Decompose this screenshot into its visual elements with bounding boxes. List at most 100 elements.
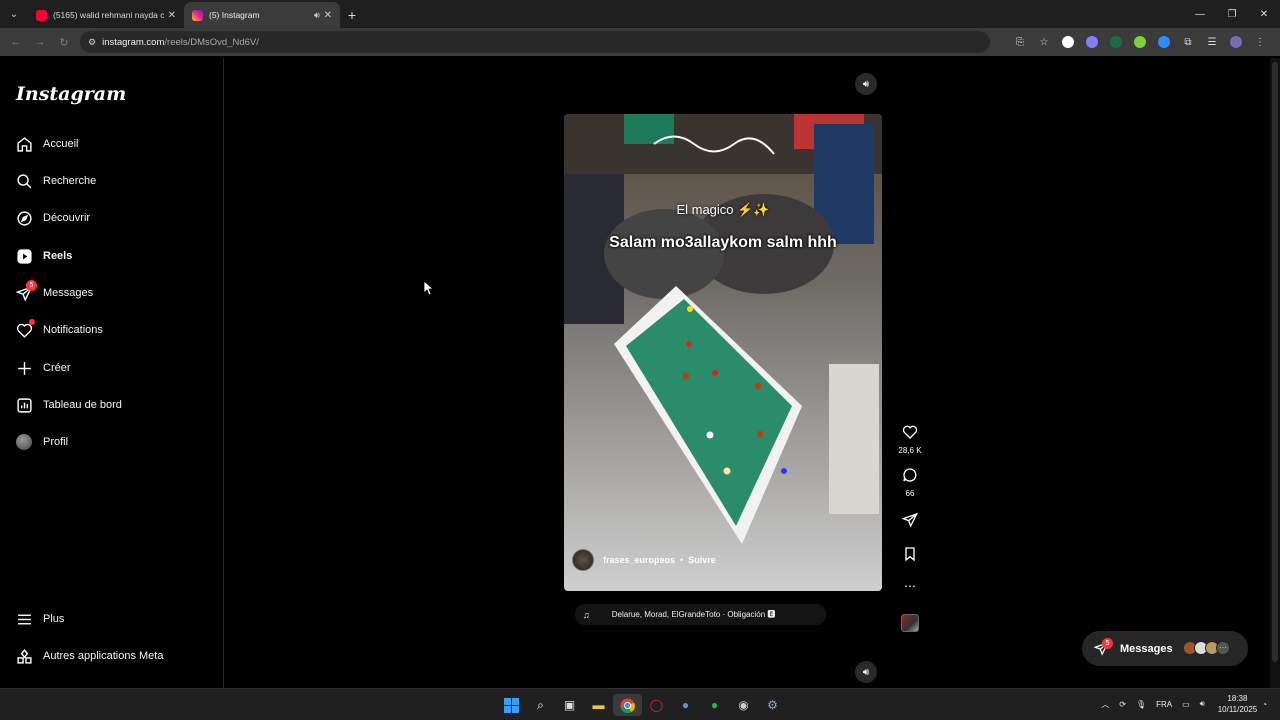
more-options-icon[interactable]: ⋯: [896, 579, 924, 593]
close-window-icon[interactable]: ✕: [1248, 0, 1280, 28]
clock-time: 18:38: [1227, 694, 1248, 703]
sidebar-item-label: Profil: [43, 436, 69, 448]
extensions-puzzle-icon[interactable]: ⧉: [1176, 32, 1200, 52]
app-icon[interactable]: ◉: [729, 694, 758, 716]
extension-icon[interactable]: [1152, 32, 1176, 52]
taskbar-search-icon[interactable]: ⌕: [526, 694, 555, 716]
sidebar-item-accueil[interactable]: Accueil: [14, 132, 210, 156]
bookmark-star-icon[interactable]: ☆: [1032, 32, 1056, 52]
like-button[interactable]: 28,6 K: [896, 424, 924, 455]
instagram-logo[interactable]: Instagram: [16, 83, 126, 105]
chart-icon: [14, 395, 34, 415]
sidebar-item-label: Notifications: [43, 324, 103, 336]
volume-icon[interactable]: 🔊︎: [1200, 699, 1205, 709]
sidebar-item-meta-apps[interactable]: Autres applications Meta: [14, 644, 210, 668]
language-indicator[interactable]: FRA: [1156, 700, 1172, 709]
extension-icon[interactable]: [1056, 32, 1080, 52]
minimize-icon[interactable]: —: [1184, 0, 1216, 28]
extension-icon[interactable]: [1080, 32, 1104, 52]
youtube-icon: [36, 9, 47, 21]
back-icon[interactable]: ←: [4, 36, 28, 48]
notification-badge: 5: [26, 280, 37, 291]
restore-icon[interactable]: ❐: [1216, 0, 1248, 28]
taskbar-apps: ⌕ ▣ ▬ ◯ ● ● ◉ ⚙: [497, 694, 787, 716]
browser-toolbar: ← → ↻ ⚙ instagram.com/reels/DMsOvd_Nd6V/…: [0, 28, 1280, 56]
extension-icon[interactable]: [1104, 32, 1128, 52]
file-explorer-icon[interactable]: ▬: [584, 694, 613, 716]
avatar-icon: [14, 432, 34, 452]
install-app-icon[interactable]: ⎘: [1008, 32, 1032, 52]
tray-overflow-icon[interactable]: ︿: [1101, 699, 1109, 710]
sidebar-item-messages[interactable]: 5 Messages: [14, 280, 210, 305]
profile-avatar[interactable]: [1224, 32, 1248, 52]
sound-toggle-icon[interactable]: 🔊︎: [855, 661, 877, 683]
comment-count: 66: [905, 489, 915, 498]
notification-badge: 5: [1102, 637, 1113, 649]
sync-icon[interactable]: ⟳: [1119, 700, 1126, 709]
audio-thumbnail[interactable]: [901, 614, 919, 632]
save-button[interactable]: [896, 546, 924, 567]
author-username[interactable]: frases_europeos: [603, 555, 675, 565]
reload-icon[interactable]: ↻: [52, 36, 76, 49]
sidebar-item-notifications[interactable]: Notifications: [14, 318, 210, 342]
meta-apps-icon: [14, 646, 34, 666]
author-avatar[interactable]: [572, 549, 594, 571]
browser-tab-instagram[interactable]: (5) Instagram 🔊︎ ✕: [184, 2, 340, 28]
discord-icon[interactable]: ●: [671, 694, 700, 716]
extension-icon[interactable]: [1128, 32, 1152, 52]
floating-messages-button[interactable]: 5 Messages ⋯: [1082, 631, 1248, 666]
sidebar-item-tableau-de-bord[interactable]: Tableau de bord: [14, 393, 210, 417]
separator: •: [680, 555, 684, 565]
unread-dot: [29, 319, 35, 325]
speaker-icon[interactable]: 🔊︎: [314, 10, 320, 21]
display-icon[interactable]: ▭: [1182, 700, 1190, 709]
site-info-icon[interactable]: ⚙: [88, 37, 96, 48]
settings-gear-icon[interactable]: ⚙: [758, 694, 787, 716]
reels-icon: [14, 246, 34, 266]
sidebar-item-plus[interactable]: Plus: [14, 607, 210, 631]
windows-start-icon[interactable]: [497, 694, 526, 716]
clock-date: 10/11/2025: [1217, 705, 1258, 714]
new-tab-button[interactable]: +: [340, 2, 364, 28]
page-scrollbar[interactable]: [1270, 58, 1280, 688]
opera-icon[interactable]: ◯: [642, 694, 671, 716]
sidebar-item-creer[interactable]: Créer: [14, 356, 210, 380]
toolbar-actions: ⎘ ☆ ⧉ ☰ ⋮: [1008, 32, 1272, 52]
tab-search-icon[interactable]: ⌄: [0, 0, 28, 28]
audio-title: Delarue, Morad, ElGrandeToto · Obligació…: [611, 610, 776, 619]
share-button[interactable]: [896, 512, 924, 533]
close-tab-icon[interactable]: ✕: [168, 10, 176, 21]
browser-menu-icon[interactable]: ⋮: [1248, 32, 1272, 52]
windows-taskbar: ⌕ ▣ ▬ ◯ ● ● ◉ ⚙ ︿ ⟳ 🎙︎ FRA ▭ 🔊︎ 18:38 10…: [0, 688, 1280, 720]
comment-button[interactable]: 66: [896, 467, 924, 498]
system-tray: ︿ ⟳ 🎙︎ FRA ▭ 🔊︎ 18:38 10/11/2025 ◔: [1096, 693, 1272, 715]
follow-button[interactable]: Suivre: [688, 555, 716, 565]
messenger-icon: 5: [1093, 637, 1113, 657]
url-host: instagram.com: [102, 36, 165, 48]
sidebar-item-reels[interactable]: Reels: [14, 244, 210, 268]
task-view-icon[interactable]: ▣: [555, 694, 584, 716]
compass-icon: [14, 208, 34, 228]
browser-tab-youtube[interactable]: (5165) walid rehmani nayda cht ✕: [28, 2, 184, 28]
sidebar-item-profil[interactable]: Profil: [14, 430, 210, 454]
spotify-icon[interactable]: ●: [700, 694, 729, 716]
sidebar-item-label: Recherche: [43, 175, 97, 187]
caption-line-1: El magico ⚡✨: [676, 202, 770, 217]
reel-video[interactable]: El magico ⚡✨ Salam mo3allaykom salm hhh …: [564, 114, 882, 591]
audio-track[interactable]: ♫ Delarue, Morad, ElGrandeToto · Obligac…: [575, 604, 826, 625]
forward-icon[interactable]: →: [28, 36, 52, 48]
search-icon: [14, 171, 34, 191]
home-icon: [14, 134, 34, 154]
address-bar[interactable]: ⚙ instagram.com/reels/DMsOvd_Nd6V/: [80, 31, 990, 53]
conversation-avatars: ⋯: [1183, 641, 1230, 655]
sound-toggle-icon[interactable]: 🔊︎: [855, 73, 877, 95]
microphone-icon[interactable]: 🎙︎: [1136, 700, 1146, 709]
chrome-icon[interactable]: [613, 694, 642, 716]
reading-list-icon[interactable]: ☰: [1200, 32, 1224, 52]
notification-center-icon[interactable]: ◔: [1262, 700, 1267, 709]
clock[interactable]: 18:38 10/11/2025: [1218, 693, 1257, 715]
sidebar-item-recherche[interactable]: Recherche: [14, 169, 210, 193]
sidebar-item-decouvrir[interactable]: Découvrir: [14, 206, 210, 230]
comment-icon: [903, 468, 917, 482]
close-tab-icon[interactable]: ✕: [324, 10, 332, 21]
